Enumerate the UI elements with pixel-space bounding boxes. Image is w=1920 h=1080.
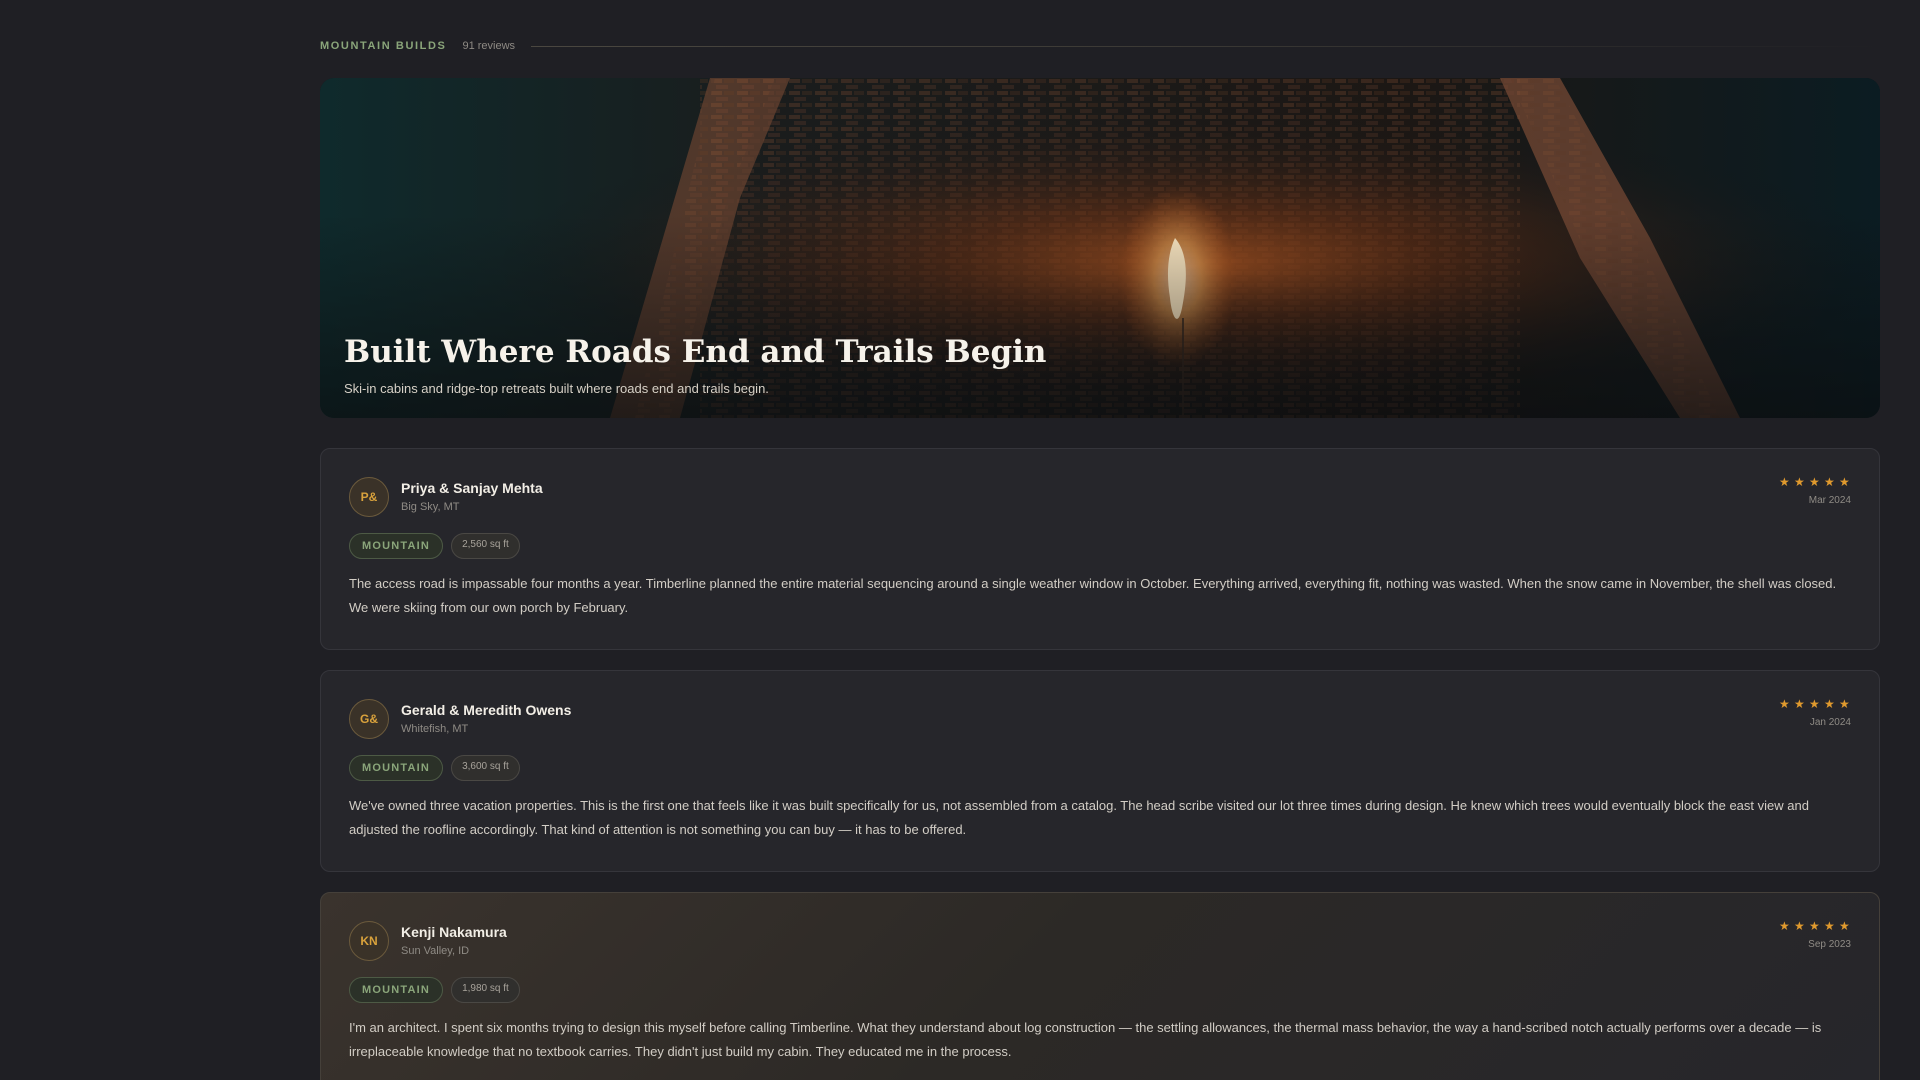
size-tag: 3,600 sq ft (451, 755, 520, 781)
hero-title: Built Where Roads End and Trails Begin (344, 334, 1047, 370)
size-tag: 2,560 sq ft (451, 533, 520, 559)
star-icon: ★ (1809, 919, 1820, 933)
star-icon: ★ (1809, 475, 1820, 489)
star-icon: ★ (1794, 919, 1805, 933)
review-card: KN Kenji Nakamura Sun Valley, ID ★ ★ ★ ★… (320, 892, 1880, 1080)
main-column: MOUNTAIN BUILDS 91 reviews Built Where R… (320, 0, 1880, 1080)
category-tag: MOUNTAIN (349, 755, 444, 781)
review-list: P& Priya & Sanjay Mehta Big Sky, MT ★ ★ … (320, 448, 1880, 1080)
reviewer-location: Sun Valley, ID (401, 945, 470, 957)
size-tag: 1,980 sq ft (451, 977, 520, 1003)
star-icon: ★ (1779, 919, 1790, 933)
category-tag: MOUNTAIN (349, 977, 444, 1003)
hero-banner: Built Where Roads End and Trails Begin S… (320, 78, 1880, 418)
avatar: KN (349, 921, 389, 961)
avatar: P& (349, 477, 389, 517)
review-count: 91 reviews (462, 40, 516, 52)
category-tag: MOUNTAIN (349, 533, 444, 559)
review-text: We've owned three vacation properties. T… (349, 798, 1809, 837)
review-card: G& Gerald & Meredith Owens Whitefish, MT… (320, 670, 1880, 872)
star-icon: ★ (1839, 475, 1850, 489)
review-date: Sep 2023 (1808, 939, 1851, 950)
review-tags: MOUNTAIN 1,980 sq ft (349, 977, 520, 1003)
section-label: MOUNTAIN BUILDS (320, 40, 447, 52)
review-date: Mar 2024 (1808, 495, 1851, 506)
reviewer-name: Gerald & Meredith Owens (401, 702, 572, 718)
star-icon: ★ (1824, 697, 1835, 711)
review-card: P& Priya & Sanjay Mehta Big Sky, MT ★ ★ … (320, 448, 1880, 650)
page: MOUNTAIN BUILDS 91 reviews Built Where R… (0, 0, 1920, 1080)
star-rating: ★ ★ ★ ★ ★ (1779, 476, 1851, 488)
review-tags: MOUNTAIN 3,600 sq ft (349, 755, 520, 781)
star-icon: ★ (1824, 475, 1835, 489)
star-icon: ★ (1779, 697, 1790, 711)
review-text: The access road is impassable four month… (349, 576, 1837, 615)
star-icon: ★ (1794, 475, 1805, 489)
star-icon: ★ (1779, 475, 1790, 489)
review-tags: MOUNTAIN 2,560 sq ft (349, 533, 520, 559)
star-icon: ★ (1839, 697, 1850, 711)
review-text: I'm an architect. I spent six months try… (349, 1020, 1822, 1059)
star-icon: ★ (1839, 919, 1850, 933)
reviewer-name: Kenji Nakamura (401, 924, 507, 940)
star-icon: ★ (1794, 697, 1805, 711)
reviewer-location: Whitefish, MT (401, 723, 469, 735)
star-icon: ★ (1809, 697, 1820, 711)
star-icon: ★ (1824, 919, 1835, 933)
star-rating: ★ ★ ★ ★ ★ (1779, 698, 1851, 710)
reviewer-name: Priya & Sanjay Mehta (401, 480, 543, 496)
avatar: G& (349, 699, 389, 739)
section-divider (531, 45, 1880, 47)
star-rating: ★ ★ ★ ★ ★ (1779, 920, 1851, 932)
reviewer-location: Big Sky, MT (401, 501, 460, 513)
hero-subtitle: Ski-in cabins and ridge-top retreats bui… (344, 381, 769, 396)
review-date: Jan 2024 (1809, 717, 1851, 728)
